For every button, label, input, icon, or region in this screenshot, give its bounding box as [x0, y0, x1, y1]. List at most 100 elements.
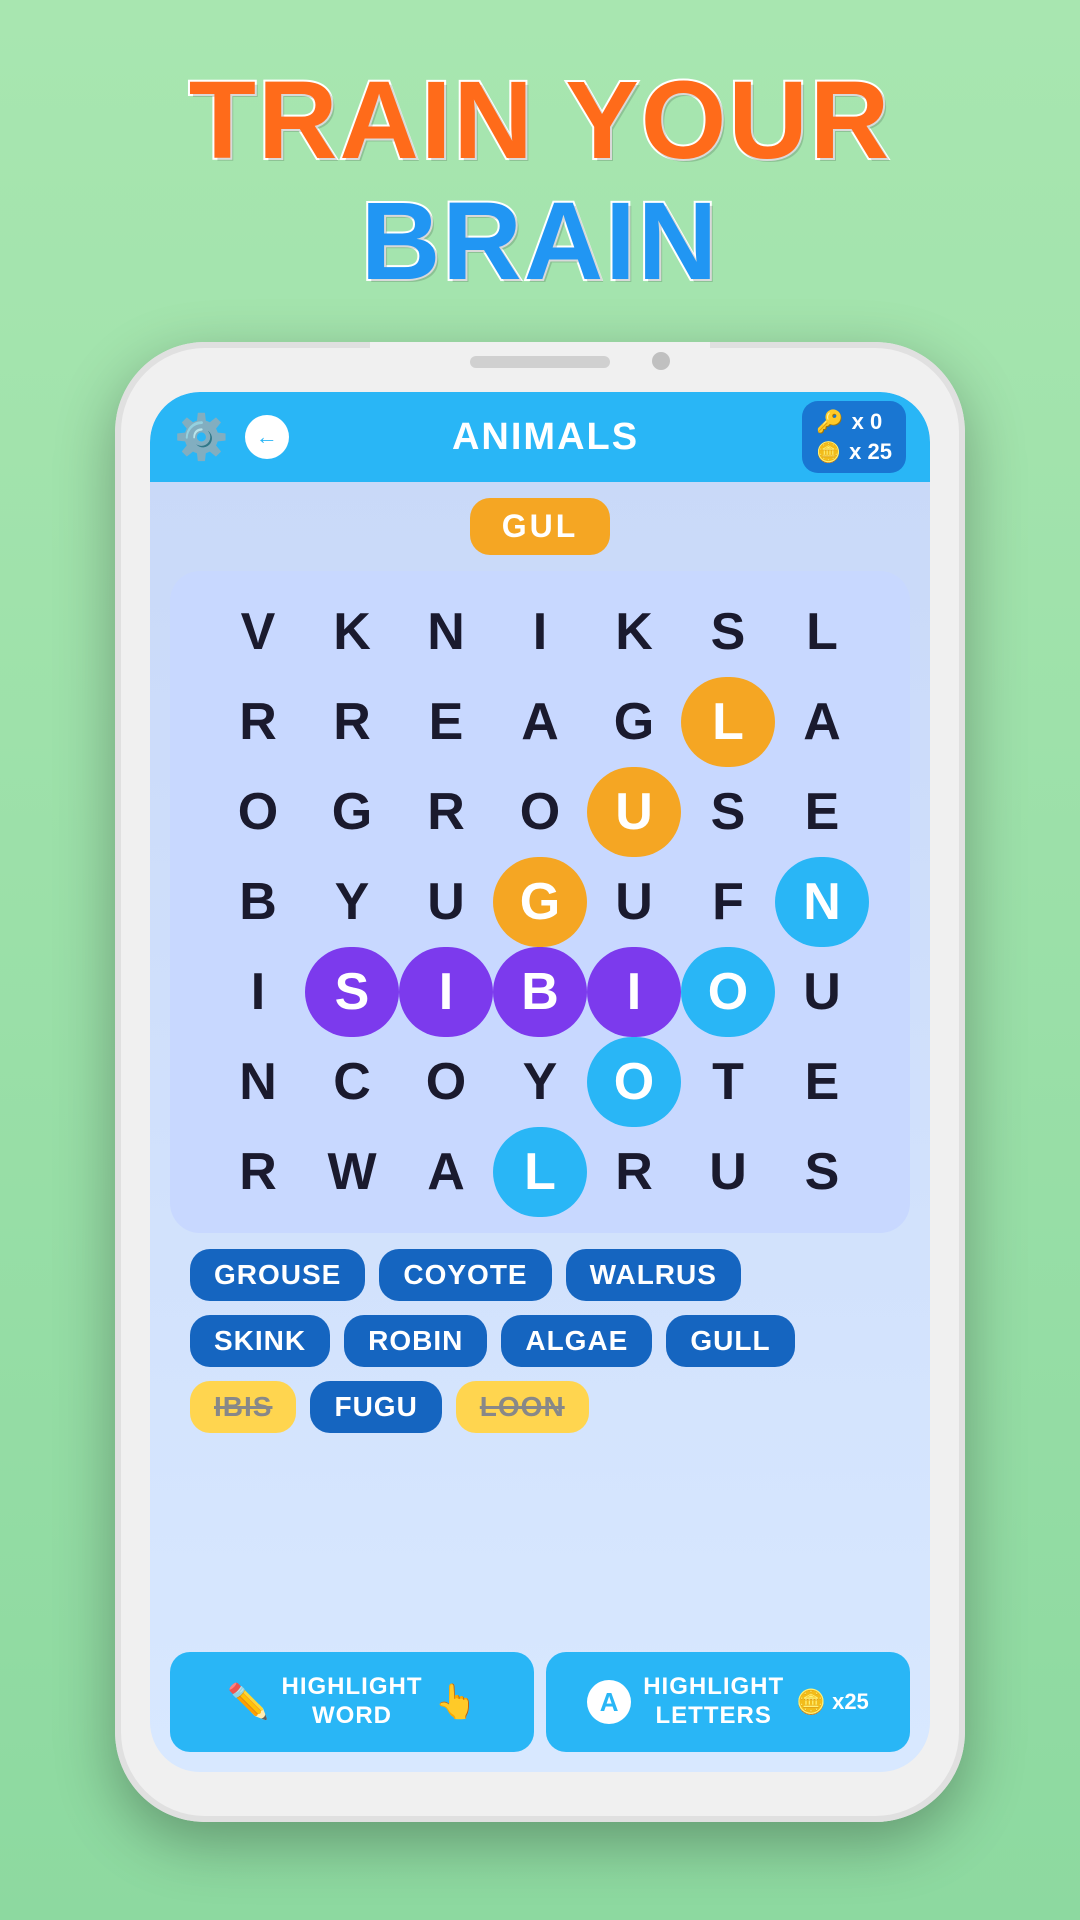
cell-5-3[interactable]: Y	[493, 1037, 587, 1127]
letter-grid[interactable]: V K N I K S L R R E A G	[170, 571, 910, 1233]
cell-6-0[interactable]: R	[211, 1127, 305, 1217]
cell-5-0[interactable]: N	[211, 1037, 305, 1127]
cell-2-2[interactable]: R	[399, 767, 493, 857]
title-line1: TRAIN YOUR	[189, 60, 891, 181]
cell-0-3[interactable]: I	[493, 587, 587, 677]
word-chip-skink[interactable]: SKINK	[190, 1315, 330, 1367]
cell-4-4[interactable]: I	[587, 947, 681, 1037]
word-chip-coyote[interactable]: COYOTE	[379, 1249, 551, 1301]
cell-3-4[interactable]: U	[587, 857, 681, 947]
cell-1-0[interactable]: R	[211, 677, 305, 767]
word-chip-grouse[interactable]: GROUSE	[190, 1249, 365, 1301]
cell-2-0[interactable]: O	[211, 767, 305, 857]
cursor-icon: 👆	[435, 1682, 477, 1722]
word-chip-ibis[interactable]: IBIS	[190, 1381, 296, 1433]
back-button[interactable]: ←	[245, 415, 289, 459]
pencil-icon: ✏️	[227, 1682, 269, 1722]
title-line2: BRAIN	[189, 181, 891, 302]
cell-6-6[interactable]: S	[775, 1127, 869, 1217]
cost-display: 🪙 x25	[796, 1688, 869, 1717]
settings-icon[interactable]: ⚙️	[174, 411, 229, 463]
current-word-bubble: GUL	[470, 498, 611, 555]
word-chip-loon[interactable]: LOON	[456, 1381, 589, 1433]
cell-2-6[interactable]: E	[775, 767, 869, 857]
front-camera	[652, 352, 670, 370]
bottom-buttons: ✏️ HIGHLIGHTWORD 👆 A HIGHLIGHTLETTERS 🪙 …	[150, 1640, 930, 1772]
cell-0-2[interactable]: N	[399, 587, 493, 677]
grid-wrapper[interactable]: V K N I K S L R R E A G	[170, 571, 910, 1233]
cell-6-2[interactable]: A	[399, 1127, 493, 1217]
word-chip-algae[interactable]: ALGAE	[501, 1315, 652, 1367]
cell-4-5[interactable]: O	[681, 947, 775, 1037]
letter-a-icon: A	[587, 1680, 631, 1724]
cell-5-5[interactable]: T	[681, 1037, 775, 1127]
phone-screen: ⚙️ ← ANIMALS 🔑 x 0 🪙 x 25 GUL	[150, 392, 930, 1772]
cell-0-0[interactable]: V	[211, 587, 305, 677]
word-chip-walrus[interactable]: WALRUS	[566, 1249, 741, 1301]
highlight-letters-label: HIGHLIGHTLETTERS	[643, 1673, 784, 1731]
cell-3-0[interactable]: B	[211, 857, 305, 947]
grid-row-2: O G R O U S E	[186, 767, 894, 857]
cell-1-2[interactable]: E	[399, 677, 493, 767]
coin-icon: 🪙	[816, 440, 841, 465]
cell-3-5[interactable]: F	[681, 857, 775, 947]
cell-5-2[interactable]: O	[399, 1037, 493, 1127]
coins-count: x 25	[849, 439, 892, 465]
cell-3-6[interactable]: N	[775, 857, 869, 947]
cell-5-6[interactable]: E	[775, 1037, 869, 1127]
cell-0-1[interactable]: K	[305, 587, 399, 677]
cell-4-0[interactable]: I	[211, 947, 305, 1037]
main-title: TRAIN YOUR BRAIN	[189, 60, 891, 302]
currency-panel: 🔑 x 0 🪙 x 25	[802, 401, 906, 473]
grid-row-1: R R E A G L A	[186, 677, 894, 767]
speaker	[470, 356, 610, 368]
cell-1-6[interactable]: A	[775, 677, 869, 767]
cell-4-3[interactable]: B	[493, 947, 587, 1037]
grid-row-4: I S I B I O U	[186, 947, 894, 1037]
cell-1-5[interactable]: L	[681, 677, 775, 767]
phone-notch	[370, 342, 710, 382]
cell-3-1[interactable]: Y	[305, 857, 399, 947]
cell-1-3[interactable]: A	[493, 677, 587, 767]
phone-frame: ⚙️ ← ANIMALS 🔑 x 0 🪙 x 25 GUL	[115, 342, 965, 1822]
cell-6-4[interactable]: R	[587, 1127, 681, 1217]
keys-count: x 0	[852, 409, 883, 435]
cell-2-5[interactable]: S	[681, 767, 775, 857]
highlight-word-label: HIGHLIGHTWORD	[282, 1673, 423, 1731]
cell-1-1[interactable]: R	[305, 677, 399, 767]
cell-2-1[interactable]: G	[305, 767, 399, 857]
top-bar-left: ⚙️ ←	[174, 411, 289, 463]
highlight-letters-button[interactable]: A HIGHLIGHTLETTERS 🪙 x25	[546, 1652, 910, 1752]
cell-0-6[interactable]: L	[775, 587, 869, 677]
cell-6-5[interactable]: U	[681, 1127, 775, 1217]
cell-6-1[interactable]: W	[305, 1127, 399, 1217]
word-chip-gull[interactable]: GULL	[666, 1315, 794, 1367]
cell-2-3[interactable]: O	[493, 767, 587, 857]
word-chip-fugu[interactable]: FUGU	[310, 1381, 441, 1433]
cell-3-3[interactable]: G	[493, 857, 587, 947]
cell-4-2[interactable]: I	[399, 947, 493, 1037]
word-chip-robin[interactable]: ROBIN	[344, 1315, 487, 1367]
cell-4-1[interactable]: S	[305, 947, 399, 1037]
grid-row-5: N C O Y O T E	[186, 1037, 894, 1127]
cell-0-5[interactable]: S	[681, 587, 775, 677]
cell-4-6[interactable]: U	[775, 947, 869, 1037]
cell-3-2[interactable]: U	[399, 857, 493, 947]
grid-row-6: R W A L R U S	[186, 1127, 894, 1217]
word-search-container: GUL V K N I K S L R	[150, 482, 930, 1640]
cell-0-4[interactable]: K	[587, 587, 681, 677]
cell-2-4[interactable]: U	[587, 767, 681, 857]
coins-row: 🪙 x 25	[816, 439, 892, 465]
keys-row: 🔑 x 0	[816, 409, 892, 435]
grid-row-0: V K N I K S L	[186, 587, 894, 677]
cell-1-4[interactable]: G	[587, 677, 681, 767]
top-bar: ⚙️ ← ANIMALS 🔑 x 0 🪙 x 25	[150, 392, 930, 482]
cost-amount: x25	[832, 1689, 869, 1715]
highlight-word-button[interactable]: ✏️ HIGHLIGHTWORD 👆	[170, 1652, 534, 1752]
cell-5-4[interactable]: O	[587, 1037, 681, 1127]
category-title: ANIMALS	[452, 416, 639, 459]
cost-coin-icon: 🪙	[796, 1688, 826, 1717]
cell-5-1[interactable]: C	[305, 1037, 399, 1127]
words-list: GROUSE COYOTE WALRUS SKINK ROBIN ALGAE G…	[170, 1233, 910, 1449]
cell-6-3[interactable]: L	[493, 1127, 587, 1217]
